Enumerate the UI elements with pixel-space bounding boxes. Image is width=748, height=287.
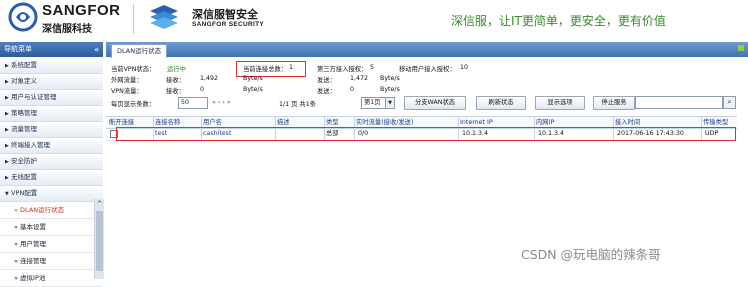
mobile-value: 10 xyxy=(460,64,469,71)
sidebar-scrollbar[interactable]: ^ xyxy=(94,199,104,279)
sidebar-item-label: 无线配置 xyxy=(11,173,37,181)
sangfor-logo-icon xyxy=(8,2,38,32)
pager-arrows[interactable]: « ‹ › » xyxy=(212,99,231,106)
vpn-status-value: 运行中 xyxy=(167,66,186,73)
sidebar-item-system-config[interactable]: ▶ 系统配置 xyxy=(0,58,103,74)
sidebar-subitem-basic-settings[interactable]: » 基本设置 xyxy=(0,219,103,236)
send-ext-value: 1,472 xyxy=(350,75,369,82)
recv-ext-value: 1,492 xyxy=(200,75,219,82)
nav-header: 导航菜单 « xyxy=(0,42,103,57)
tab-refresh-icon[interactable] xyxy=(738,45,744,51)
unit-label: Byte/s xyxy=(380,86,400,93)
sidebar-subitem-dlan-status[interactable]: » DLAN运行状态 xyxy=(0,202,103,219)
ext-traffic-label: 外网流量： xyxy=(111,77,143,84)
vpn-status-label: 当前VPN状态： xyxy=(111,66,156,73)
brand-subtitle: 深信服科技 xyxy=(42,24,92,35)
sidebar-subitem-label: 基本设置 xyxy=(20,223,47,231)
unit-label: Byte/s xyxy=(380,75,400,82)
recv-label: 接收： xyxy=(166,77,185,84)
per-page-label: 每页显示条数： xyxy=(111,101,156,108)
sidebar-item-label: 终端接入管理 xyxy=(11,141,50,149)
recv-vpn-value: 0 xyxy=(200,86,205,93)
chevron-down-icon: ▼ xyxy=(385,98,394,108)
collapse-nav-icon[interactable]: « xyxy=(94,42,99,57)
sidebar-item-object-definition[interactable]: ▶ 对象定义 xyxy=(0,74,103,90)
security-logo-icon xyxy=(150,5,178,29)
scrollbar-thumb[interactable] xyxy=(96,211,103,271)
sidebar-subitem-label: 虚拟IP池 xyxy=(20,274,46,282)
tab-dlan-status[interactable]: DLAN运行状态 xyxy=(111,44,168,58)
header-slogan: 深信服，让IT更简单，更安全，更有价值 xyxy=(451,14,666,28)
unit-label: Byte/s xyxy=(243,75,263,82)
sidebar-item-label: 系统配置 xyxy=(11,61,37,69)
recv-label: 接收： xyxy=(166,88,185,95)
header-divider xyxy=(133,4,134,34)
sidebar-item-label: 策略管理 xyxy=(11,109,37,117)
highlight-connection-row xyxy=(116,127,736,141)
unit-label: Byte/s xyxy=(243,86,263,93)
sidebar-item-label: 对象定义 xyxy=(11,77,37,85)
sidebar-subitem-label: 用户管理 xyxy=(20,240,47,248)
sidebar-subitem-label: DLAN运行状态 xyxy=(20,206,65,214)
page-select[interactable]: 第1页 ▼ xyxy=(361,97,395,109)
sidebar-item-user-auth[interactable]: ▶ 用户与认证管理 xyxy=(0,90,103,106)
stop-service-button[interactable]: 停止服务 xyxy=(593,96,635,110)
app-header: SANGFOR 深信服科技 深信服智安全 SANGFOR SECURITY 深信… xyxy=(0,0,748,40)
mobile-label: 移动用户接入授权： xyxy=(399,66,456,73)
brand-name: SANGFOR xyxy=(42,2,121,19)
security-brand-subtitle: SANGFOR SECURITY xyxy=(192,21,264,28)
sidebar-subitem-label: 连接管理 xyxy=(20,257,47,265)
sidebar-item-vpn[interactable]: ▼ VPN配置 xyxy=(0,186,103,202)
sidebar-item-wireless[interactable]: ▶ 无线配置 xyxy=(0,170,103,186)
sidebar-item-label: 用户与认证管理 xyxy=(11,93,57,101)
third-party-label: 第三方接入授权： xyxy=(317,66,368,73)
sidebar-item-traffic[interactable]: ▶ 流量管理 xyxy=(0,122,103,138)
nav-title: 导航菜单 xyxy=(4,45,32,53)
watermark: CSDN @玩电脑的辣条哥 xyxy=(521,247,661,262)
search-input[interactable] xyxy=(635,96,723,109)
send-label: 发送： xyxy=(317,88,336,95)
security-brand-name: 深信服智安全 xyxy=(192,8,258,21)
sidebar-subitem-conn-mgmt[interactable]: » 连接管理 xyxy=(0,253,103,270)
page-info: 1/1 页 共1条 xyxy=(279,101,317,108)
sidebar-item-policy[interactable]: ▶ 策略管理 xyxy=(0,106,103,122)
per-page-input[interactable]: 50 xyxy=(178,97,208,109)
sidebar-item-security[interactable]: ▶ 安全防护 xyxy=(0,154,103,170)
sidebar-subitem-user-mgmt[interactable]: » 用户管理 xyxy=(0,236,103,253)
branch-wan-status-button[interactable]: 分支WAN状态 xyxy=(404,96,466,110)
tab-bar: DLAN运行状态 xyxy=(106,42,748,58)
sidebar-item-label: 流量管理 xyxy=(11,125,37,133)
refresh-status-button[interactable]: 刷新状态 xyxy=(476,96,526,110)
scroll-up-icon[interactable]: ^ xyxy=(95,199,104,210)
send-label: 发送： xyxy=(317,77,336,84)
search-icon[interactable]: ⌕ xyxy=(723,96,736,109)
vpn-traffic-label: VPN流量： xyxy=(111,88,143,95)
send-vpn-value: 0 xyxy=(350,86,355,93)
page-select-value: 第1页 xyxy=(364,99,381,106)
sidebar-item-label: 安全防护 xyxy=(11,157,37,165)
display-options-button[interactable]: 显示选项 xyxy=(535,96,585,110)
sidebar-item-terminal-access[interactable]: ▶ 终端接入管理 xyxy=(0,138,103,154)
third-party-value: 5 xyxy=(370,64,375,71)
sidebar-nav: ▶ 系统配置 ▶ 对象定义 ▶ 用户与认证管理 ▶ 策略管理 ▶ 流量管理 ▶ 终端接入管理… xyxy=(0,58,103,287)
sidebar-item-label: VPN配置 xyxy=(11,189,38,197)
